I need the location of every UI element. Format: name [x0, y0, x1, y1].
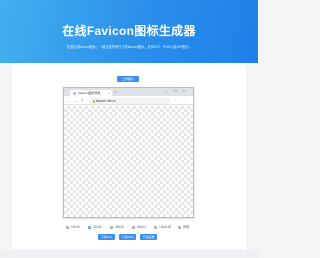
size-option-48[interactable]: 48x48	[110, 224, 124, 230]
new-tab-icon[interactable]: +	[114, 89, 116, 94]
page-title: 在线Favicon图标生成器	[62, 24, 196, 38]
size-option-other[interactable]: 其他	[178, 224, 189, 230]
download-png-button[interactable]: 下载PNG	[119, 234, 136, 240]
upload-button[interactable]: 上传图片	[117, 76, 139, 82]
lock-icon: 🔒	[92, 98, 96, 103]
size-option-16[interactable]: 16x16	[66, 224, 80, 230]
size-label: 128x128	[159, 225, 172, 229]
size-label: 48x48	[115, 225, 124, 229]
back-icon[interactable]: ←	[67, 98, 71, 103]
footer-strip	[0, 250, 258, 258]
size-option-64[interactable]: 64x64	[132, 224, 146, 230]
reload-icon[interactable]: C	[81, 98, 84, 102]
favicon-placeholder-icon	[73, 91, 76, 95]
minimize-icon[interactable]: –	[165, 88, 167, 94]
radio-32[interactable]	[88, 225, 91, 229]
address-bar[interactable]: 🔒 favicon.net.cn	[89, 97, 171, 104]
radio-64[interactable]	[132, 225, 135, 229]
page-subtitle: 在线生成favicon图标，一键生成所有尺寸的favicon图标，支持JPG、P…	[66, 45, 192, 49]
maximize-icon[interactable]: □	[174, 88, 176, 94]
size-label: 64x64	[137, 225, 146, 229]
menu-icon[interactable]: ⋮	[184, 98, 188, 102]
transparent-canvas	[64, 106, 193, 217]
star-icon[interactable]: ☆	[174, 98, 177, 102]
browser-titlebar: Favicon图标预览 × + – □ ×	[64, 88, 193, 96]
radio-16[interactable]	[66, 225, 69, 229]
size-option-32[interactable]: 32x32	[88, 224, 102, 230]
tab-title: Favicon图标预览	[78, 91, 101, 95]
close-window-icon[interactable]: ×	[183, 88, 185, 94]
radio-128[interactable]	[154, 225, 157, 229]
size-label: 32x32	[93, 225, 102, 229]
browser-preview: Favicon图标预览 × + – □ × ← → C 🔒 favicon.ne…	[63, 87, 194, 218]
forward-icon[interactable]: →	[74, 98, 78, 103]
size-options: 16x16 32x32 48x48 64x64 128x128 其他	[66, 224, 206, 230]
download-all-button[interactable]: 下载全部	[140, 234, 157, 240]
size-option-128[interactable]: 128x128	[154, 224, 171, 230]
browser-toolbar: ← → C 🔒 favicon.net.cn ☆ ⋮	[64, 96, 193, 105]
download-ico-button[interactable]: 下载ICO	[98, 234, 115, 240]
radio-other[interactable]	[178, 225, 181, 229]
radio-48[interactable]	[110, 225, 113, 229]
hero-banner: 在线Favicon图标生成器 在线生成favicon图标，一键生成所有尺寸的fa…	[0, 0, 258, 63]
address-text: favicon.net.cn	[96, 98, 116, 103]
size-label: 16x16	[71, 225, 80, 229]
size-label: 其他	[183, 225, 190, 229]
